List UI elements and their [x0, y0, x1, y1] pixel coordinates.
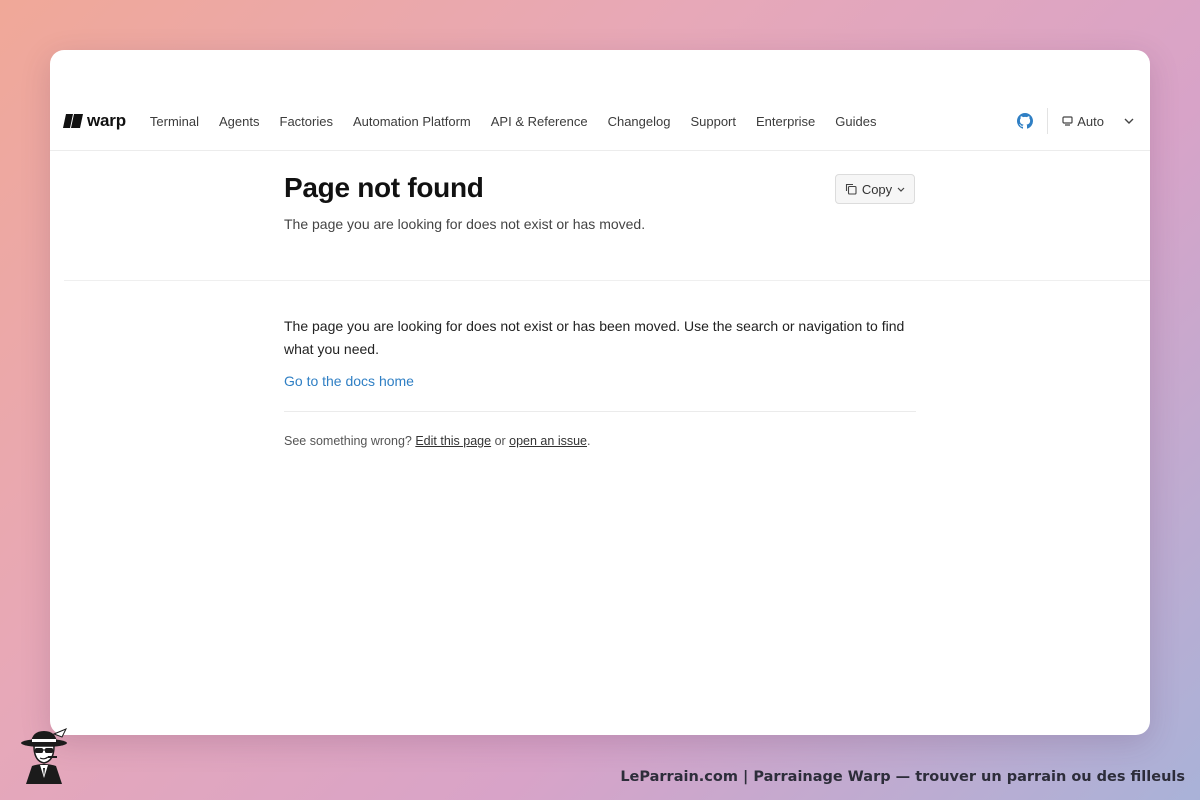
docs-home-link[interactable]: Go to the docs home	[284, 373, 414, 389]
nav-link-support[interactable]: Support	[690, 114, 736, 129]
github-icon[interactable]	[1017, 113, 1034, 129]
nav-right-controls: Auto	[1017, 92, 1150, 150]
feedback-or: or	[491, 434, 510, 448]
nav-link-api-reference[interactable]: API & Reference	[491, 114, 588, 129]
edit-page-link[interactable]: Edit this page	[415, 434, 491, 448]
page-backdrop: warp Terminal Agents Factories Automatio…	[0, 0, 1200, 800]
nav-link-agents[interactable]: Agents	[219, 114, 259, 129]
copy-button[interactable]: Copy	[835, 174, 915, 204]
nav-link-factories[interactable]: Factories	[280, 114, 333, 129]
feedback-suffix: .	[587, 434, 591, 448]
feedback-note: See something wrong? Edit this page or o…	[284, 434, 916, 448]
content-divider	[284, 411, 916, 412]
header-divider	[64, 280, 1150, 281]
copy-icon	[845, 183, 857, 195]
feedback-prefix: See something wrong?	[284, 434, 416, 448]
mascot-logo	[21, 728, 68, 784]
theme-value: Auto	[1077, 113, 1104, 129]
logo-text: warp	[87, 111, 126, 130]
nav-link-terminal[interactable]: Terminal	[150, 114, 199, 129]
nav-link-guides[interactable]: Guides	[835, 114, 876, 129]
page-title: Page not found	[284, 172, 484, 203]
warp-logo-icon	[63, 114, 83, 128]
nav-link-changelog[interactable]: Changelog	[608, 114, 671, 129]
nav-link-enterprise[interactable]: Enterprise	[756, 114, 815, 129]
nav-divider	[1047, 108, 1049, 134]
chevron-down-icon	[897, 187, 905, 192]
copy-button-label: Copy	[861, 181, 893, 197]
warp-logo-link[interactable]: warp	[63, 111, 126, 131]
monitor-icon	[1062, 116, 1073, 126]
browser-window: warp Terminal Agents Factories Automatio…	[50, 50, 1150, 735]
theme-selector[interactable]: Auto	[1062, 114, 1134, 129]
chevron-down-icon	[1124, 118, 1134, 124]
top-navigation: warp Terminal Agents Factories Automatio…	[50, 92, 1150, 151]
nav-link-automation-platform[interactable]: Automation Platform	[353, 114, 471, 129]
nav-links: Terminal Agents Factories Automation Pla…	[140, 114, 887, 129]
page-header: Page not found The page you are looking …	[284, 170, 916, 232]
caption-text: LeParrain.com | Parrainage Warp — trouve…	[620, 769, 1185, 785]
open-issue-link[interactable]: open an issue	[509, 434, 587, 448]
not-found-message: The page you are looking for does not ex…	[284, 318, 905, 357]
main-content: The page you are looking for does not ex…	[284, 315, 916, 448]
page-subtitle: The page you are looking for does not ex…	[284, 216, 646, 233]
